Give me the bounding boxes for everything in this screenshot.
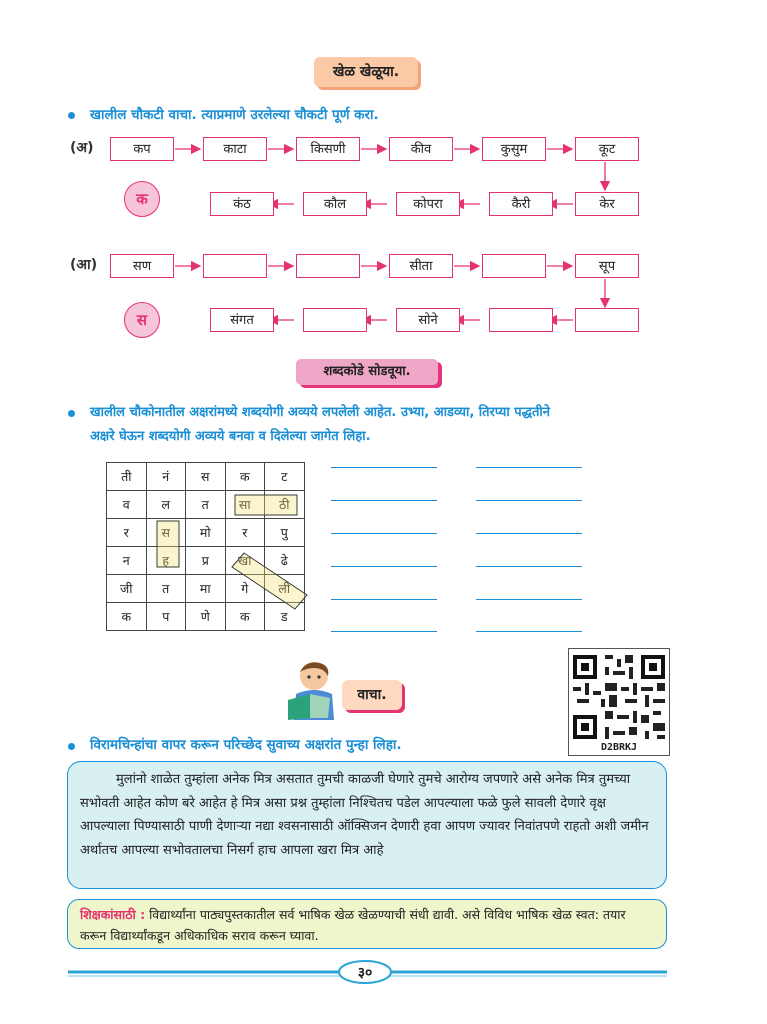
teacher-note-text: विद्यार्थ्यांना पाठ्यपुस्तकातील सर्व भाष…: [80, 907, 626, 943]
answer-line[interactable]: [476, 500, 582, 501]
answer-line[interactable]: [331, 533, 437, 534]
instruction-punctuation: विरामचिन्हांचा वापर करून परिच्छेद सुवाच्…: [90, 737, 402, 753]
answer-line[interactable]: [331, 500, 437, 501]
answer-line[interactable]: [331, 599, 437, 600]
answer-line[interactable]: [476, 631, 582, 632]
reading-child-illustration: [288, 662, 334, 720]
qr-code[interactable]: D2BRKJ: [568, 648, 670, 756]
page-number: ३०: [357, 965, 373, 981]
qr-code-label: D2BRKJ: [600, 742, 638, 753]
grid-highlights: [156, 494, 308, 610]
answer-line[interactable]: [476, 599, 582, 600]
paragraph-box: मुलांनो शाळेत तुम्हांला अनेक मित्र असतात…: [67, 761, 667, 889]
paragraph-text: मुलांनो शाळेत तुम्हांला अनेक मित्र असतात…: [80, 772, 649, 858]
section-header-read: वाचा.: [342, 680, 402, 710]
answer-line[interactable]: [331, 631, 437, 632]
qr-code-pattern: [573, 655, 665, 739]
answer-line[interactable]: [331, 566, 437, 567]
answer-line[interactable]: [331, 467, 437, 468]
answer-line[interactable]: [476, 566, 582, 567]
teacher-note: शिक्षकांसाठी : विद्यार्थ्यांना पाठ्यपुस्…: [67, 899, 667, 949]
answer-line[interactable]: [476, 467, 582, 468]
bullet: [68, 743, 75, 750]
answer-line[interactable]: [476, 533, 582, 534]
teacher-note-label: शिक्षकांसाठी :: [80, 907, 146, 922]
